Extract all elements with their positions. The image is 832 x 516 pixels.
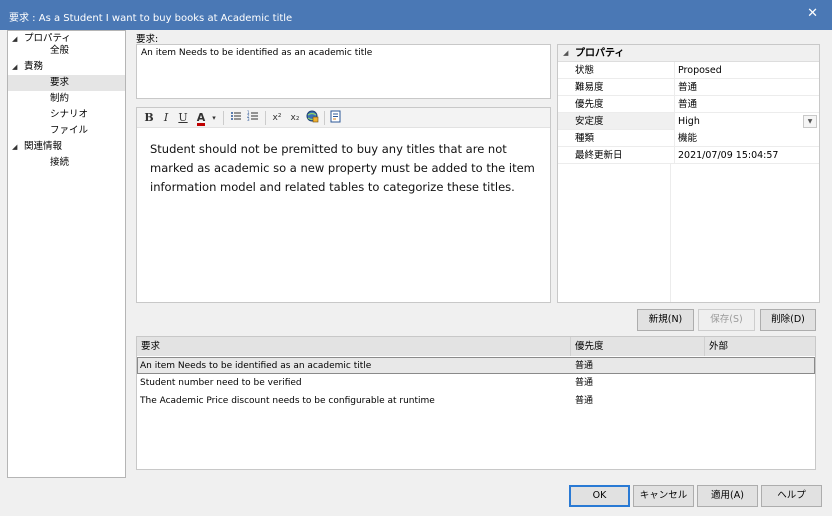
tree-item-label: 制約 bbox=[50, 93, 70, 104]
toolbar-separator bbox=[324, 111, 325, 125]
property-value[interactable]: Proposed bbox=[674, 62, 819, 79]
column-header-external[interactable]: 外部 bbox=[705, 337, 815, 356]
stability-select[interactable]: High ▼ bbox=[674, 113, 819, 130]
expand-arrow-icon[interactable]: ◢ bbox=[12, 139, 24, 155]
delete-button[interactable]: 削除(D) bbox=[760, 309, 816, 331]
tree-item-responsibilities[interactable]: ◢ 責務 bbox=[12, 59, 43, 75]
tree-item-scenarios[interactable]: シナリオ bbox=[50, 107, 88, 123]
expand-arrow-icon[interactable]: ◢ bbox=[12, 31, 24, 47]
bold-button[interactable]: B bbox=[142, 110, 156, 126]
property-key: 安定度 bbox=[575, 116, 604, 127]
bullet-list-button[interactable] bbox=[228, 110, 243, 126]
editor-toolbar: B I U A ▾ 123 x² x₂ bbox=[137, 108, 550, 128]
property-value[interactable]: 普通 bbox=[674, 96, 819, 113]
numbered-list-icon: 123 bbox=[247, 110, 258, 122]
underline-button[interactable]: U bbox=[176, 110, 190, 126]
window-title: 要求 : As a Student I want to buy books at… bbox=[9, 13, 293, 24]
superscript-button[interactable]: x² bbox=[269, 110, 285, 126]
requirement-cell: An item Needs to be identified as an aca… bbox=[140, 361, 372, 371]
apply-button[interactable]: 適用(A) bbox=[697, 485, 758, 507]
property-row-priority[interactable]: 優先度 普通 bbox=[558, 96, 819, 113]
window-titlebar: 要求 : As a Student I want to buy books at… bbox=[0, 0, 832, 30]
svg-text:3: 3 bbox=[247, 117, 250, 122]
collapse-arrow-icon[interactable]: ◢ bbox=[563, 45, 568, 62]
globe-link-icon bbox=[306, 110, 318, 123]
tree-item-label: 要求 bbox=[50, 77, 70, 88]
property-key: 最終更新日 bbox=[575, 150, 623, 161]
numbered-list-button[interactable]: 123 bbox=[245, 110, 260, 126]
expand-arrow-icon[interactable]: ◢ bbox=[12, 59, 24, 75]
toolbar-separator bbox=[223, 111, 224, 125]
stability-select-value: High bbox=[678, 116, 700, 127]
tree-item-label: 全般 bbox=[50, 45, 70, 56]
properties-panel: ◢ プロパティ 状態 Proposed 難易度 普通 優先度 普通 安定度 Hi… bbox=[557, 44, 820, 303]
property-value[interactable]: 2021/07/09 15:04:57 bbox=[674, 147, 819, 164]
table-row[interactable]: An item Needs to be identified as an aca… bbox=[137, 357, 815, 374]
insert-note-button[interactable] bbox=[328, 110, 343, 126]
font-color-button[interactable]: A bbox=[193, 110, 209, 126]
property-value[interactable]: 機能 bbox=[674, 130, 819, 147]
tree-item-requirements[interactable]: 要求 bbox=[8, 75, 125, 91]
cancel-button[interactable]: キャンセル bbox=[633, 485, 694, 507]
help-button[interactable]: ヘルプ bbox=[761, 485, 822, 507]
tree-item-label: ファイル bbox=[50, 125, 89, 136]
column-header-requirement[interactable]: 要求 bbox=[137, 337, 571, 356]
font-color-icon: A bbox=[196, 111, 206, 126]
priority-cell: 普通 bbox=[575, 361, 594, 371]
property-key: 優先度 bbox=[575, 99, 604, 110]
tree-item-constraints[interactable]: 制約 bbox=[50, 91, 69, 107]
tree-item-related-info[interactable]: ◢ 関連情報 bbox=[12, 139, 62, 155]
column-header-priority[interactable]: 優先度 bbox=[571, 337, 705, 356]
requirement-notes-editor[interactable]: B I U A ▾ 123 x² x₂ Student should not b… bbox=[136, 107, 551, 303]
property-value[interactable]: 普通 bbox=[674, 79, 819, 96]
bullet-list-icon bbox=[230, 112, 241, 120]
properties-header[interactable]: ◢ プロパティ bbox=[558, 45, 819, 62]
property-row-stability[interactable]: 安定度 High ▼ bbox=[558, 113, 819, 130]
property-key: 種類 bbox=[575, 133, 595, 144]
requirement-cell: The Academic Price discount needs to be … bbox=[140, 396, 435, 406]
italic-button[interactable]: I bbox=[159, 110, 173, 126]
requirement-cell: Student number need to be verified bbox=[140, 378, 302, 388]
property-key: 状態 bbox=[575, 65, 595, 76]
ok-button[interactable]: OK bbox=[569, 485, 630, 507]
save-button[interactable]: 保存(S) bbox=[698, 309, 755, 331]
requirement-body-text[interactable]: Student should not be premitted to buy a… bbox=[150, 140, 535, 197]
tree-item-general[interactable]: 全般 bbox=[50, 43, 69, 59]
table-row[interactable]: The Academic Price discount needs to be … bbox=[137, 393, 815, 410]
document-icon bbox=[330, 110, 341, 123]
property-row-type[interactable]: 種類 機能 bbox=[558, 130, 819, 147]
property-row-last-modified[interactable]: 最終更新日 2021/07/09 15:04:57 bbox=[558, 147, 819, 164]
close-icon[interactable]: ✕ bbox=[807, 6, 818, 21]
tree-item-label: シナリオ bbox=[50, 109, 89, 120]
toolbar-separator bbox=[265, 111, 266, 125]
property-key: 難易度 bbox=[575, 82, 604, 93]
navigation-tree: ◢ プロパティ 全般 ◢ 責務 要求 制約 シナリオ ファイル ◢ 関連情報 接続 bbox=[7, 30, 126, 478]
requirements-table: 要求 優先度 外部 An item Needs to be identified… bbox=[136, 336, 816, 470]
priority-cell: 普通 bbox=[575, 378, 594, 388]
tree-item-label: 接続 bbox=[50, 157, 70, 168]
table-row[interactable]: Student number need to be verified 普通 bbox=[137, 375, 815, 392]
dropdown-arrow-icon[interactable]: ▼ bbox=[803, 115, 817, 128]
insert-link-button[interactable] bbox=[304, 110, 320, 126]
new-button[interactable]: 新規(N) bbox=[637, 309, 694, 331]
tree-item-connections[interactable]: 接続 bbox=[50, 155, 69, 171]
tree-item-files[interactable]: ファイル bbox=[50, 123, 88, 139]
requirement-label: 要求: bbox=[136, 34, 159, 45]
tree-item-label: 責務 bbox=[24, 61, 44, 72]
subscript-button[interactable]: x₂ bbox=[287, 110, 303, 126]
tree-item-label: 関連情報 bbox=[24, 141, 63, 152]
properties-divider bbox=[670, 164, 671, 302]
priority-cell: 普通 bbox=[575, 396, 594, 406]
property-row-difficulty[interactable]: 難易度 普通 bbox=[558, 79, 819, 96]
properties-title: プロパティ bbox=[575, 48, 625, 59]
font-color-dropdown-icon[interactable]: ▾ bbox=[210, 110, 218, 126]
property-row-status[interactable]: 状態 Proposed bbox=[558, 62, 819, 79]
requirement-summary-field[interactable]: An item Needs to be identified as an aca… bbox=[136, 44, 551, 99]
